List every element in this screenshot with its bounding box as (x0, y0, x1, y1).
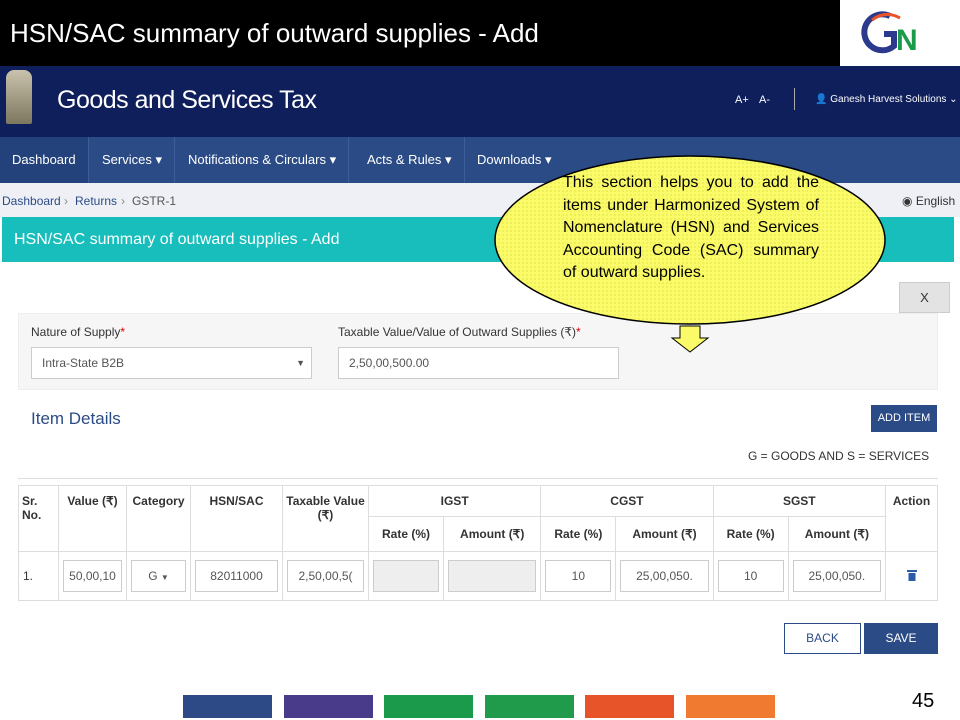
col-igst: IGST (367, 485, 542, 517)
footer-bar (384, 695, 473, 718)
sgst-amount-input[interactable]: 25,00,050. (792, 560, 881, 592)
items-table: Sr. No. Value (₹) Category HSN/SAC Taxab… (18, 485, 938, 601)
col-sgst: SGST (712, 485, 887, 517)
portal-title: Goods and Services Tax (57, 86, 317, 114)
arrow-down-icon (670, 325, 710, 353)
language-selector[interactable]: ◉ English (902, 194, 955, 208)
cgst-rate-header: Rate (%) (540, 516, 617, 552)
save-button[interactable]: SAVE (864, 623, 938, 654)
sgst-amount-header: Amount (₹) (787, 516, 887, 552)
item-details-title: Item Details (31, 409, 121, 428)
footer-bar (685, 695, 775, 718)
sr-no: 1. (18, 551, 59, 601)
user-menu[interactable]: 👤 Ganesh Harvest Solutions ⌄ (815, 94, 958, 105)
breadcrumb-gstr1: GSTR-1 (132, 194, 177, 208)
globe-icon: ◉ (902, 194, 916, 208)
nature-of-supply-select[interactable]: Intra-State B2B ▼ (31, 347, 312, 379)
divider (18, 478, 938, 479)
col-taxable: Taxable Value (₹) (282, 485, 369, 552)
table-row: 1. 50,00,10 G ▼ 82011000 2,50,00,5( 10 2… (18, 551, 938, 601)
divider (794, 88, 795, 110)
add-item-button[interactable]: ADD ITEM (871, 405, 937, 432)
nav-dashboard[interactable]: Dashboard (0, 137, 89, 183)
page-number: 45 (912, 690, 935, 712)
user-name: Ganesh Harvest Solutions (830, 94, 947, 105)
col-value: Value (₹) (58, 485, 127, 552)
font-increase-button[interactable]: A+ (735, 94, 749, 106)
gstn-logo: N (840, 0, 960, 66)
user-icon: 👤 (815, 94, 831, 105)
breadcrumb-returns[interactable]: Returns (75, 194, 117, 208)
category-legend: G = GOODS AND S = SERVICES (748, 449, 930, 463)
hsn-input[interactable]: 82011000 (195, 560, 278, 592)
national-emblem-icon (6, 70, 32, 124)
footer-bar (283, 695, 373, 718)
breadcrumb-dashboard[interactable]: Dashboard (2, 194, 61, 208)
close-button[interactable]: X (899, 282, 950, 313)
sgst-rate-input[interactable]: 10 (717, 560, 784, 592)
cgst-amount-header: Amount (₹) (615, 516, 714, 552)
font-decrease-button[interactable]: A- (759, 94, 770, 106)
trash-icon[interactable] (906, 569, 917, 581)
col-sr: Sr. No. (18, 485, 59, 552)
cgst-rate-input[interactable]: 10 (545, 560, 612, 592)
igst-amount-header: Amount (₹) (443, 516, 542, 552)
igst-rate-input (373, 560, 440, 592)
panel-title: HSN/SAC summary of outward supplies - Ad… (14, 231, 340, 248)
col-action: Action (885, 485, 938, 552)
col-category: Category (126, 485, 191, 552)
sgst-rate-header: Rate (%) (712, 516, 789, 552)
footer-bar (585, 695, 674, 718)
slide-title: HSN/SAC summary of outward supplies - Ad… (10, 18, 539, 48)
cgst-amount-input[interactable]: 25,00,050. (620, 560, 709, 592)
nav-acts-rules[interactable]: Acts & Rules ▾ (355, 137, 465, 183)
back-button[interactable]: BACK (784, 623, 861, 654)
nav-services[interactable]: Services ▾ (90, 137, 175, 183)
svg-text:N: N (896, 24, 918, 57)
footer-bar (183, 695, 272, 718)
callout-text: This section helps you to add the items … (563, 174, 819, 281)
value-input[interactable]: 50,00,10 (63, 560, 122, 592)
category-select[interactable]: G ▼ (131, 560, 186, 592)
igst-rate-header: Rate (%) (367, 516, 445, 552)
nature-of-supply-label: Nature of Supply* (31, 325, 126, 339)
taxable-input[interactable]: 2,50,00,5( (287, 560, 364, 592)
nav-notifications[interactable]: Notifications & Circulars ▾ (176, 137, 350, 183)
col-cgst: CGST (540, 485, 714, 517)
igst-amount-input (448, 560, 537, 592)
col-hsn: HSN/SAC (190, 485, 283, 552)
footer-bar (484, 695, 574, 718)
